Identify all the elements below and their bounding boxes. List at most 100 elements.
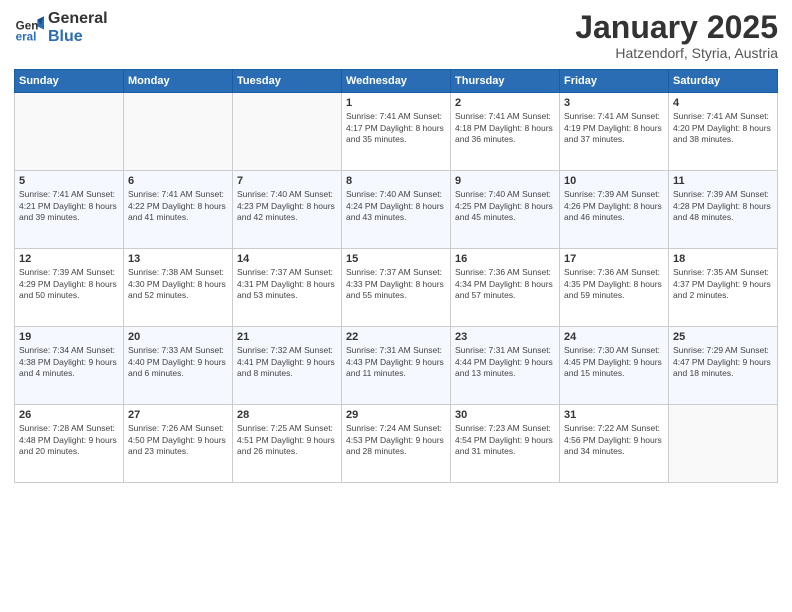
table-row: 20 Sunrise: 7:33 AM Sunset: 4:40 PM Dayli… — [124, 327, 233, 405]
calendar-week-4: 19 Sunrise: 7:34 AM Sunset: 4:38 PM Dayli… — [15, 327, 778, 405]
day-number: 13 — [128, 253, 228, 265]
col-friday: Friday — [560, 70, 669, 93]
day-number: 29 — [346, 409, 446, 421]
day-info: Sunrise: 7:37 AM Sunset: 4:33 PM Dayligh… — [346, 267, 446, 301]
day-number: 19 — [19, 331, 119, 343]
day-info: Sunrise: 7:34 AM Sunset: 4:38 PM Dayligh… — [19, 345, 119, 379]
col-wednesday: Wednesday — [342, 70, 451, 93]
day-info: Sunrise: 7:39 AM Sunset: 4:29 PM Dayligh… — [19, 267, 119, 301]
day-info: Sunrise: 7:36 AM Sunset: 4:34 PM Dayligh… — [455, 267, 555, 301]
day-info: Sunrise: 7:25 AM Sunset: 4:51 PM Dayligh… — [237, 423, 337, 457]
table-row: 15Sunrise: 7:37 AM Sunset: 4:33 PM Dayli… — [342, 249, 451, 327]
day-info: Sunrise: 7:28 AM Sunset: 4:48 PM Dayligh… — [19, 423, 119, 457]
table-row: 16 Sunrise: 7:36 AM Sunset: 4:34 PM Dayli… — [451, 249, 560, 327]
day-number: 21 — [237, 331, 337, 343]
day-info: Sunrise: 7:39 AM Sunset: 4:28 PM Dayligh… — [673, 189, 773, 223]
calendar-table: Sunday Monday Tuesday Wednesday Thursday… — [14, 69, 778, 483]
table-row: 17 Sunrise: 7:36 AM Sunset: 4:35 PM Dayli… — [560, 249, 669, 327]
day-info: Sunrise: 7:33 AM Sunset: 4:40 PM Dayligh… — [128, 345, 228, 379]
day-info: Sunrise: 7:31 AM Sunset: 4:44 PM Dayligh… — [455, 345, 555, 379]
day-info: Sunrise: 7:22 AM Sunset: 4:56 PM Dayligh… — [564, 423, 664, 457]
table-row: 27 Sunrise: 7:26 AM Sunset: 4:50 PM Dayli… — [124, 405, 233, 483]
day-info: Sunrise: 7:40 AM Sunset: 4:23 PM Dayligh… — [237, 189, 337, 223]
table-row: 31 Sunrise: 7:22 AM Sunset: 4:56 PM Dayli… — [560, 405, 669, 483]
table-row: 30 Sunrise: 7:23 AM Sunset: 4:54 PM Dayli… — [451, 405, 560, 483]
day-number: 7 — [237, 175, 337, 187]
day-number: 20 — [128, 331, 228, 343]
day-info: Sunrise: 7:24 AM Sunset: 4:53 PM Dayligh… — [346, 423, 446, 457]
table-row — [669, 405, 778, 483]
calendar-week-5: 26 Sunrise: 7:28 AM Sunset: 4:48 PM Dayli… — [15, 405, 778, 483]
day-number: 26 — [19, 409, 119, 421]
page-header: Gen eral General Blue January 2025 Hatze… — [14, 10, 778, 61]
day-number: 16 — [455, 253, 555, 265]
table-row: 25Sunrise: 7:29 AM Sunset: 4:47 PM Dayli… — [669, 327, 778, 405]
table-row: 23 Sunrise: 7:31 AM Sunset: 4:44 PM Dayli… — [451, 327, 560, 405]
svg-text:eral: eral — [16, 30, 37, 43]
day-info: Sunrise: 7:41 AM Sunset: 4:19 PM Dayligh… — [564, 111, 664, 145]
day-info: Sunrise: 7:32 AM Sunset: 4:41 PM Dayligh… — [237, 345, 337, 379]
table-row: 19 Sunrise: 7:34 AM Sunset: 4:38 PM Dayli… — [15, 327, 124, 405]
day-number: 27 — [128, 409, 228, 421]
table-row: 13 Sunrise: 7:38 AM Sunset: 4:30 PM Dayli… — [124, 249, 233, 327]
day-number: 12 — [19, 253, 119, 265]
table-row: 3 Sunrise: 7:41 AM Sunset: 4:19 PM Daylig… — [560, 93, 669, 171]
table-row: 1 Sunrise: 7:41 AM Sunset: 4:17 PM Daylig… — [342, 93, 451, 171]
table-row: 24 Sunrise: 7:30 AM Sunset: 4:45 PM Dayli… — [560, 327, 669, 405]
day-number: 28 — [237, 409, 337, 421]
day-number: 14 — [237, 253, 337, 265]
calendar-week-2: 5Sunrise: 7:41 AM Sunset: 4:21 PM Daylig… — [15, 171, 778, 249]
table-row: 28 Sunrise: 7:25 AM Sunset: 4:51 PM Dayli… — [233, 405, 342, 483]
day-info: Sunrise: 7:41 AM Sunset: 4:20 PM Dayligh… — [673, 111, 773, 145]
logo-blue-label: Blue — [48, 28, 108, 46]
logo-icon: Gen eral — [14, 13, 44, 43]
table-row: 11Sunrise: 7:39 AM Sunset: 4:28 PM Dayli… — [669, 171, 778, 249]
day-info: Sunrise: 7:41 AM Sunset: 4:22 PM Dayligh… — [128, 189, 228, 223]
day-number: 17 — [564, 253, 664, 265]
col-saturday: Saturday — [669, 70, 778, 93]
table-row: 2 Sunrise: 7:41 AM Sunset: 4:18 PM Daylig… — [451, 93, 560, 171]
col-thursday: Thursday — [451, 70, 560, 93]
day-info: Sunrise: 7:30 AM Sunset: 4:45 PM Dayligh… — [564, 345, 664, 379]
table-row: 14 Sunrise: 7:37 AM Sunset: 4:31 PM Dayli… — [233, 249, 342, 327]
table-row: 21 Sunrise: 7:32 AM Sunset: 4:41 PM Dayli… — [233, 327, 342, 405]
day-number: 9 — [455, 175, 555, 187]
col-sunday: Sunday — [15, 70, 124, 93]
day-number: 30 — [455, 409, 555, 421]
day-info: Sunrise: 7:40 AM Sunset: 4:24 PM Dayligh… — [346, 189, 446, 223]
day-number: 24 — [564, 331, 664, 343]
table-row: 29 Sunrise: 7:24 AM Sunset: 4:53 PM Dayli… — [342, 405, 451, 483]
day-info: Sunrise: 7:40 AM Sunset: 4:25 PM Dayligh… — [455, 189, 555, 223]
day-number: 6 — [128, 175, 228, 187]
day-info: Sunrise: 7:37 AM Sunset: 4:31 PM Dayligh… — [237, 267, 337, 301]
logo-general-label: General — [48, 10, 108, 28]
day-info: Sunrise: 7:35 AM Sunset: 4:37 PM Dayligh… — [673, 267, 773, 301]
day-number: 2 — [455, 97, 555, 109]
table-row: 22Sunrise: 7:31 AM Sunset: 4:43 PM Dayli… — [342, 327, 451, 405]
day-info: Sunrise: 7:39 AM Sunset: 4:26 PM Dayligh… — [564, 189, 664, 223]
month-title: January 2025 — [575, 10, 778, 45]
calendar-week-3: 12 Sunrise: 7:39 AM Sunset: 4:29 PM Dayli… — [15, 249, 778, 327]
day-info: Sunrise: 7:36 AM Sunset: 4:35 PM Dayligh… — [564, 267, 664, 301]
table-row — [124, 93, 233, 171]
location-subtitle: Hatzendorf, Styria, Austria — [575, 45, 778, 61]
day-info: Sunrise: 7:41 AM Sunset: 4:17 PM Dayligh… — [346, 111, 446, 145]
logo: Gen eral General Blue — [14, 10, 108, 45]
table-row: 10 Sunrise: 7:39 AM Sunset: 4:26 PM Dayli… — [560, 171, 669, 249]
day-info: Sunrise: 7:26 AM Sunset: 4:50 PM Dayligh… — [128, 423, 228, 457]
calendar-week-1: 1 Sunrise: 7:41 AM Sunset: 4:17 PM Daylig… — [15, 93, 778, 171]
day-number: 4 — [673, 97, 773, 109]
day-info: Sunrise: 7:23 AM Sunset: 4:54 PM Dayligh… — [455, 423, 555, 457]
day-number: 1 — [346, 97, 446, 109]
day-info: Sunrise: 7:38 AM Sunset: 4:30 PM Dayligh… — [128, 267, 228, 301]
day-number: 3 — [564, 97, 664, 109]
table-row: 4 Sunrise: 7:41 AM Sunset: 4:20 PM Daylig… — [669, 93, 778, 171]
day-info: Sunrise: 7:41 AM Sunset: 4:21 PM Dayligh… — [19, 189, 119, 223]
day-number: 31 — [564, 409, 664, 421]
day-number: 23 — [455, 331, 555, 343]
calendar-header-row: Sunday Monday Tuesday Wednesday Thursday… — [15, 70, 778, 93]
col-tuesday: Tuesday — [233, 70, 342, 93]
day-number: 10 — [564, 175, 664, 187]
col-monday: Monday — [124, 70, 233, 93]
day-info: Sunrise: 7:41 AM Sunset: 4:18 PM Dayligh… — [455, 111, 555, 145]
